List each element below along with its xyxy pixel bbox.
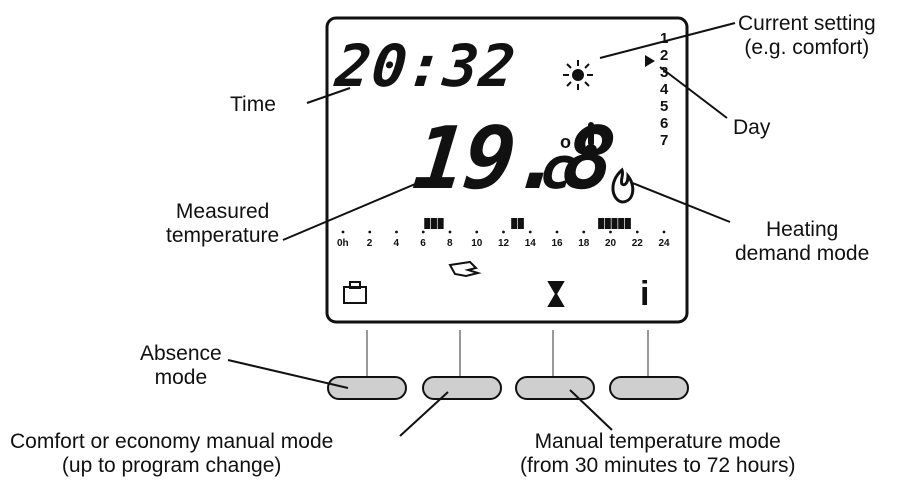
label-comfort-manual: Comfort or economy manual mode (up to pro…: [10, 430, 334, 477]
program-bar: [598, 218, 605, 229]
label-manual-temperature: Manual temperature mode (from 30 minutes …: [520, 430, 796, 477]
program-bar: [424, 218, 431, 229]
program-bar: [437, 218, 444, 229]
hour-label: 0h: [337, 238, 349, 249]
lcd-temperature-unit: c: [536, 134, 580, 202]
day-number: 7: [660, 132, 669, 149]
absence-mode-button[interactable]: [327, 376, 407, 400]
day-number: 3: [660, 64, 669, 81]
program-bar: [611, 218, 618, 229]
hour-tick: [662, 230, 666, 234]
hour-label: 18: [578, 238, 590, 249]
hour-tick: [395, 230, 398, 234]
label-day: Day: [733, 116, 771, 139]
hour-label: 20: [605, 238, 617, 249]
sun-icon: [563, 60, 593, 90]
hour-label: 10: [471, 238, 483, 249]
program-bar: [618, 218, 625, 229]
program-bar: [511, 218, 518, 229]
hour-tick: [341, 230, 345, 234]
program-bar: [430, 218, 437, 229]
hour-tick: [502, 230, 505, 234]
hour-tick: [421, 230, 425, 234]
leader-comfort-manual: [399, 391, 449, 437]
program-bar: [624, 218, 631, 229]
lcd-temperature: 19.8: [408, 109, 619, 209]
program-bar: [604, 218, 611, 229]
hour-label: 6: [420, 238, 426, 249]
hour-tick: [528, 230, 532, 234]
manual-temperature-button[interactable]: [515, 376, 595, 400]
lcd-time: 20:32: [332, 32, 520, 100]
leader-absence: [227, 359, 349, 389]
label-current-setting: Current setting (e.g. comfort): [738, 12, 876, 59]
hour-tick: [582, 230, 586, 234]
hour-label: 2: [366, 238, 373, 249]
label-heating-demand: Heating demand mode: [735, 218, 870, 265]
day-number: 6: [660, 115, 669, 132]
day-number: 5: [660, 98, 669, 115]
lcd-info-symbol: i: [640, 275, 650, 313]
hour-label: 4: [393, 238, 400, 249]
day-number: 2: [660, 47, 669, 64]
label-measured-temperature: Measured temperature: [166, 200, 280, 247]
hour-tick: [475, 230, 479, 234]
hour-tick: [368, 230, 372, 234]
label-time: Time: [230, 93, 276, 116]
hour-label: 12: [498, 238, 510, 249]
hour-label: 14: [524, 238, 536, 249]
day-number: 4: [660, 81, 669, 98]
hour-label: 22: [631, 238, 643, 249]
hour-label: 8: [447, 238, 453, 249]
day-number: 1: [660, 30, 669, 47]
hour-label: 16: [551, 238, 563, 249]
hour-label: 24: [658, 238, 670, 249]
hour-tick: [555, 230, 559, 234]
hour-tick: [609, 230, 612, 234]
label-absence: Absence mode: [140, 342, 222, 389]
info-button[interactable]: [609, 376, 689, 400]
comfort-economy-button[interactable]: [422, 376, 502, 400]
hour-tick: [448, 230, 452, 234]
hour-tick: [635, 230, 639, 234]
program-bar: [517, 218, 524, 229]
